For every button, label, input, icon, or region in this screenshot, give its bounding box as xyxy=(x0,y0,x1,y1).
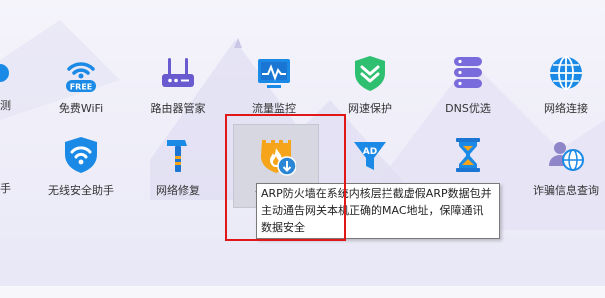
tool-label: 网速保护 xyxy=(348,102,392,115)
highlight-box xyxy=(225,114,346,241)
free-wifi-icon: FREE xyxy=(60,52,102,94)
free-wifi-tool[interactable]: FREE 免费WiFi xyxy=(33,42,129,130)
monitor-icon xyxy=(253,52,295,94)
tool-label: DNS优选 xyxy=(445,102,491,115)
tool-label: 网络连接 xyxy=(544,102,588,115)
hourglass-icon xyxy=(447,134,489,176)
router-manager-tool[interactable]: 路由器管家 xyxy=(130,42,226,130)
hammer-icon xyxy=(157,134,199,176)
network-repair-tool[interactable]: 网络修复 xyxy=(130,124,226,212)
tool-label: 诈骗信息查询 xyxy=(533,184,599,197)
router-icon xyxy=(157,52,199,94)
fraud-query-tool[interactable]: 诈骗信息查询 xyxy=(518,124,605,212)
shield-arrow-icon xyxy=(349,52,391,94)
tool-label: 免费WiFi xyxy=(58,102,104,115)
bottom-strip xyxy=(0,286,605,298)
dns-select-tool[interactable]: DNS优选 xyxy=(420,42,516,130)
server-icon xyxy=(447,52,489,94)
fraud-globe-icon xyxy=(545,134,587,176)
ad-text: AD xyxy=(363,147,377,157)
ad-funnel-icon: AD xyxy=(349,134,391,176)
left-edge-label-bottom: 手 xyxy=(0,182,11,195)
globe-icon xyxy=(545,52,587,94)
free-badge: FREE xyxy=(70,83,93,92)
tool-label: 网络修复 xyxy=(156,184,200,197)
network-connect-tool[interactable]: 网络连接 xyxy=(518,42,605,130)
shield-wifi-icon xyxy=(60,134,102,176)
partial-icon-top xyxy=(0,64,9,82)
tool-label: 路由器管家 xyxy=(150,102,206,115)
tool-label: 无线安全助手 xyxy=(48,184,114,197)
left-edge-label-top: 测 xyxy=(0,99,11,112)
wireless-security-tool[interactable]: 无线安全助手 xyxy=(33,124,129,212)
